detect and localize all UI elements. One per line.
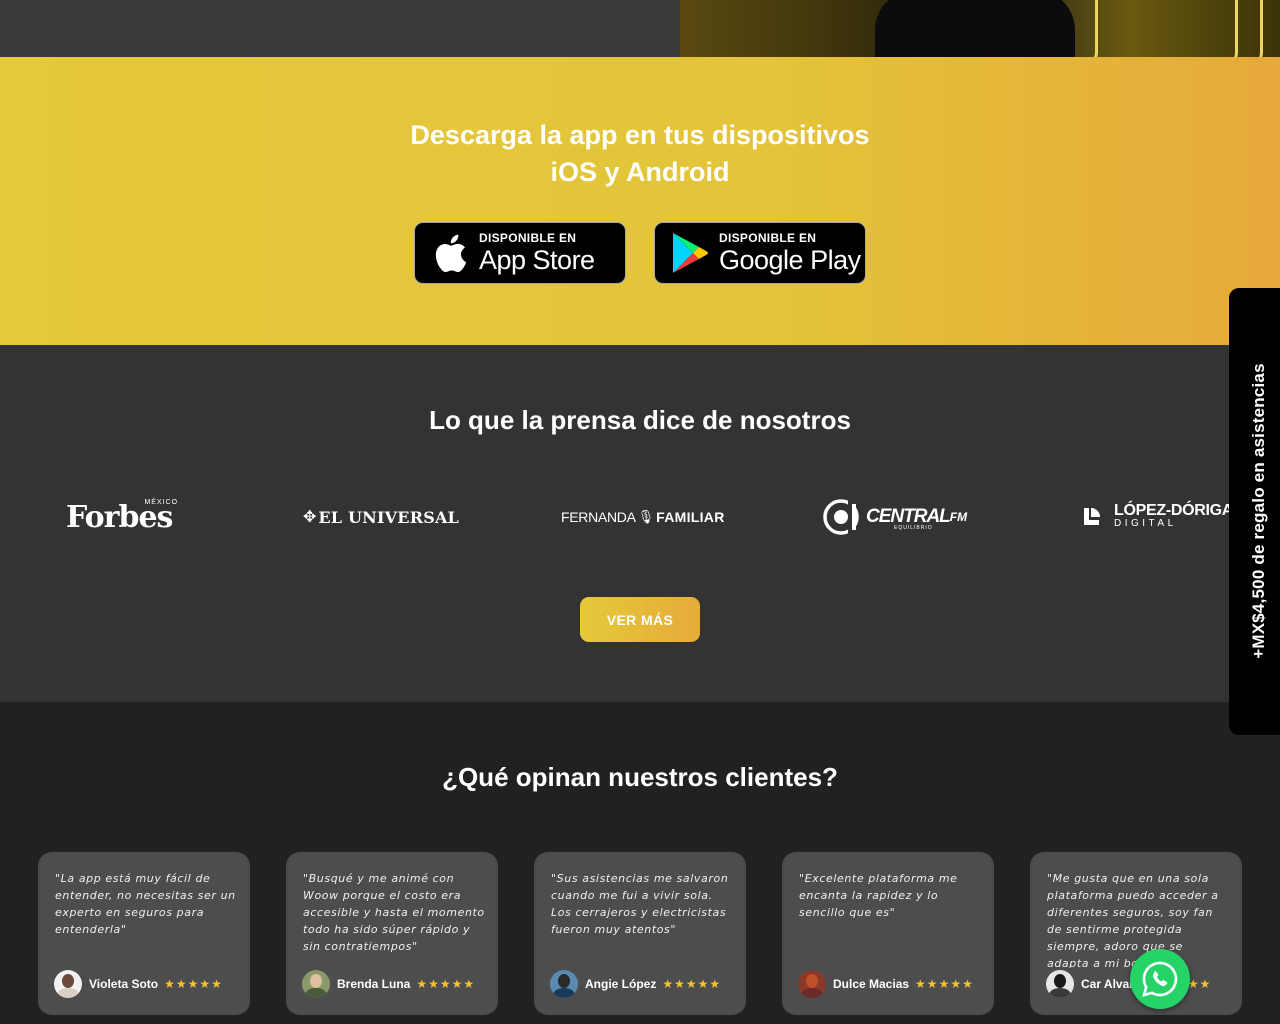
google-play-small-label: DISPONIBLE EN: [719, 231, 817, 245]
review-card: "Sus asistencias me salvaron cuando me f…: [534, 852, 746, 1015]
google-play-icon: [665, 228, 715, 278]
app-title-line2: iOS y Android: [550, 157, 730, 187]
lopez-doriga-logo[interactable]: LÓPEZ-DÓRIGA DIGITAL: [1082, 495, 1233, 539]
reviewer-name: Dulce Macias: [833, 977, 910, 991]
app-download-section: Descarga la app en tus dispositivos iOS …: [0, 57, 1280, 345]
avatar: [550, 970, 578, 998]
review-text: "Sus asistencias me salvaron cuando me f…: [551, 872, 729, 936]
apple-icon: [425, 228, 475, 278]
star-rating: ★★★★★: [662, 977, 722, 991]
avatar: [302, 970, 330, 998]
review-text: "Excelente plataforma me encanta la rapi…: [799, 872, 958, 919]
avatar: [798, 970, 826, 998]
whatsapp-button[interactable]: [1130, 949, 1190, 1009]
avatar: [54, 970, 82, 998]
promo-side-tab[interactable]: +MX$4,500 de regalo en asistencias: [1229, 288, 1280, 735]
central-fm-icon: [823, 499, 859, 535]
app-title-line1: Descarga la app en tus dispositivos: [410, 120, 870, 150]
reviewer-name: Violeta Soto: [89, 977, 159, 991]
person-silhouette: [875, 0, 1075, 57]
microphone-icon: 🎙︎: [637, 509, 655, 524]
promo-side-tab-label: +MX$4,500 de regalo en asistencias: [1249, 363, 1268, 659]
central-sub: EQUILIBRIO: [894, 525, 933, 531]
lopez-doriga-name: LÓPEZ-DÓRIGA: [1114, 502, 1234, 519]
hero-photo: [680, 0, 1280, 57]
review-text: "Me gusta que en una sola plataforma pue…: [1047, 872, 1219, 968]
neon-light: [1245, 0, 1263, 57]
google-play-button[interactable]: DISPONIBLE EN Google Play: [654, 222, 866, 284]
google-play-big-label: Google Play: [719, 245, 861, 275]
fernanda-familiar-logo[interactable]: FERNANDA 🎙︎ FAMILIAR: [561, 495, 725, 539]
el-universal-logo[interactable]: ✥ EL UNIVERSAL: [303, 495, 459, 539]
review-card: "Busqué y me animé con Woow porque el co…: [286, 852, 498, 1015]
central-fm-suffix: FM: [949, 510, 968, 524]
app-download-title: Descarga la app en tus dispositivos iOS …: [340, 117, 940, 191]
forbes-sub: MÉXICO: [144, 498, 179, 506]
reviews-title: ¿Qué opinan nuestros clientes?: [442, 762, 838, 792]
app-store-big-label: App Store: [479, 245, 595, 275]
avatar: [1046, 970, 1074, 998]
star-rating: ★★★★★: [915, 977, 974, 991]
eagle-icon: ✥: [303, 509, 317, 526]
review-card: "La app está muy fácil de entender, no n…: [38, 852, 250, 1015]
ver-mas-button[interactable]: VER MÁS: [580, 597, 700, 642]
el-universal-name: EL UNIVERSAL: [318, 507, 460, 527]
neon-light: [1220, 0, 1238, 57]
star-rating: ★★★★★: [164, 977, 223, 991]
neon-light: [1080, 0, 1098, 57]
review-text: "Busqué y me animé con Woow porque el co…: [303, 872, 485, 953]
app-store-small-label: DISPONIBLE EN: [479, 231, 577, 245]
reviews-section: ¿Qué opinan nuestros clientes? "La app e…: [0, 702, 1280, 1024]
central-fm-logo[interactable]: CENTRAL FM EQUILIBRIO: [822, 495, 967, 539]
star-rating: ★★★★★: [416, 977, 476, 991]
lopez-doriga-icon: [1084, 508, 1100, 525]
app-store-button[interactable]: DISPONIBLE EN App Store: [414, 222, 626, 284]
reviewer-name: Angie López: [585, 977, 657, 991]
familiar-text: FAMILIAR: [656, 509, 725, 525]
review-text: "La app está muy fácil de entender, no n…: [55, 872, 236, 936]
press-section: Lo que la prensa dice de nosotros Forbes…: [0, 345, 1280, 702]
forbes-logo[interactable]: Forbes MÉXICO: [66, 495, 178, 539]
press-title: Lo que la prensa dice de nosotros: [429, 405, 851, 435]
reviewer-name: Brenda Luna: [337, 977, 411, 991]
whatsapp-icon: [1142, 961, 1178, 997]
fernanda-text: FERNANDA: [561, 509, 636, 525]
review-card: "Excelente plataforma me encanta la rapi…: [782, 852, 994, 1015]
